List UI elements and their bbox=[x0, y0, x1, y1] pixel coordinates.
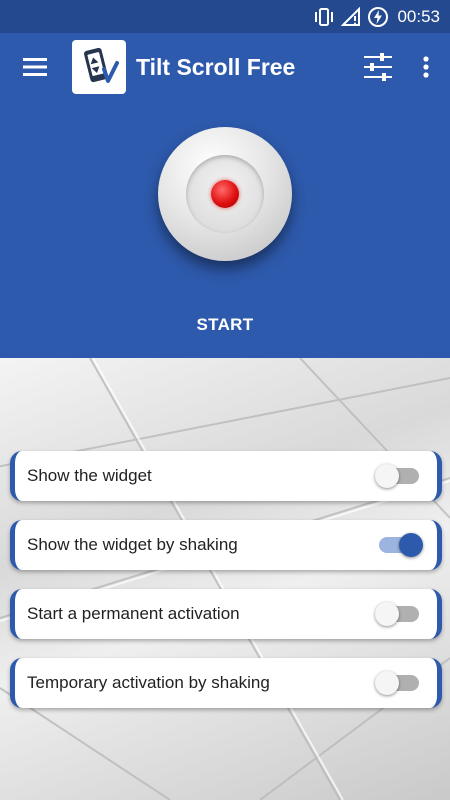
start-button-inner bbox=[186, 155, 264, 233]
vibrate-icon bbox=[313, 7, 335, 27]
permanent-activation-toggle[interactable] bbox=[375, 599, 423, 629]
start-label[interactable]: START bbox=[0, 315, 450, 335]
settings-item-temporary-activation[interactable]: Temporary activation by shaking bbox=[10, 658, 442, 708]
toggle-thumb bbox=[375, 671, 399, 695]
settings-item-label: Start a permanent activation bbox=[27, 604, 240, 623]
background-pattern bbox=[0, 358, 450, 800]
record-dot-icon bbox=[211, 180, 239, 208]
settings-item-label: Show the widget by shaking bbox=[27, 535, 238, 554]
menu-icon[interactable] bbox=[20, 52, 50, 82]
status-time: 00:53 bbox=[397, 6, 440, 26]
hero-section: START bbox=[0, 101, 450, 358]
show-widget-toggle[interactable] bbox=[375, 461, 423, 491]
app-logo-icon bbox=[72, 40, 126, 94]
settings-item-label: Show the widget bbox=[27, 466, 152, 485]
toggle-thumb bbox=[375, 464, 399, 488]
tune-icon[interactable] bbox=[358, 47, 398, 87]
battery-charging-icon bbox=[367, 6, 389, 28]
temporary-activation-toggle[interactable] bbox=[375, 668, 423, 698]
app-title: Tilt Scroll Free bbox=[136, 53, 296, 80]
start-button[interactable] bbox=[158, 127, 292, 261]
more-vert-icon[interactable] bbox=[414, 47, 438, 87]
status-bar: 00:53 bbox=[0, 0, 450, 33]
app-bar: Tilt Scroll Free bbox=[0, 33, 450, 101]
settings-item-show-widget-by-shaking[interactable]: Show the widget by shaking bbox=[10, 520, 442, 570]
show-widget-by-shaking-toggle[interactable] bbox=[375, 530, 423, 560]
toggle-thumb bbox=[375, 602, 399, 626]
settings-item-show-widget[interactable]: Show the widget bbox=[10, 451, 442, 501]
toggle-thumb bbox=[399, 533, 423, 557]
signal-icon bbox=[341, 6, 361, 27]
metal-background: Show the widget Show the widget by shaki… bbox=[0, 358, 450, 800]
settings-item-label: Temporary activation by shaking bbox=[27, 673, 270, 692]
settings-item-permanent-activation[interactable]: Start a permanent activation bbox=[10, 589, 442, 639]
